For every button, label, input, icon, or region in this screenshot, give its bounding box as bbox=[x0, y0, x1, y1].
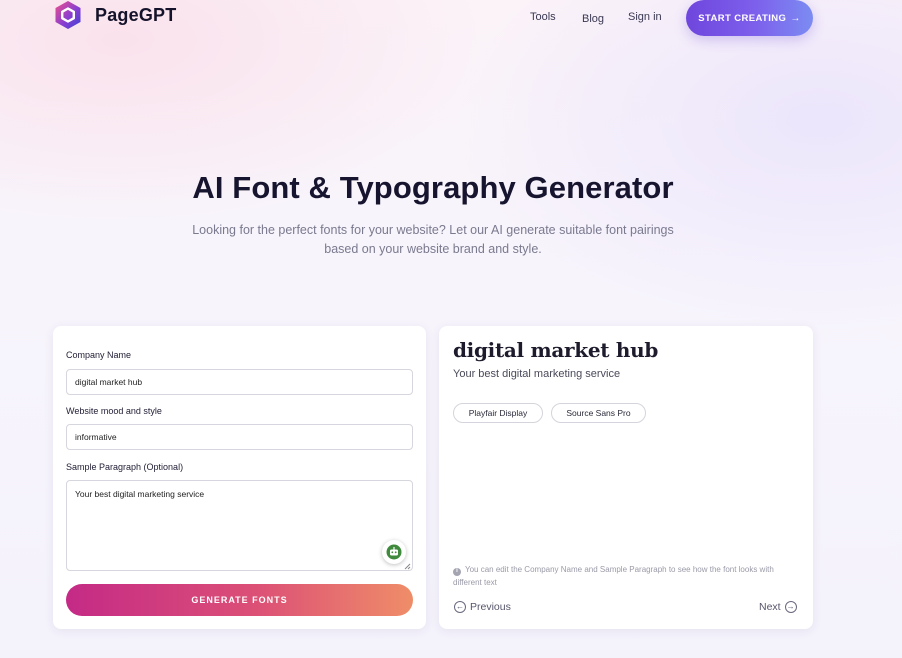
website-mood-label: Website mood and style bbox=[66, 406, 162, 416]
info-icon: i bbox=[453, 567, 461, 576]
arrow-right-icon: → bbox=[790, 12, 801, 24]
website-mood-input[interactable] bbox=[66, 424, 413, 450]
robot-icon bbox=[386, 544, 402, 560]
heading-font-chip[interactable]: Playfair Display bbox=[453, 403, 543, 423]
top-navigation: PageGPT Tools Blog Sign in START CREATIN… bbox=[0, 0, 902, 36]
arrow-right-circle-icon: → bbox=[784, 601, 797, 613]
preview-body-text: Your best digital marketing service bbox=[453, 368, 621, 380]
start-creating-button[interactable]: START CREATING → bbox=[686, 0, 813, 36]
nav-link-tools[interactable]: Tools bbox=[530, 11, 556, 23]
page-subtitle: Looking for the perfect fonts for your w… bbox=[192, 223, 674, 256]
arrow-left-circle-icon: ← bbox=[454, 601, 466, 613]
previous-label: Previous bbox=[470, 601, 511, 613]
font-generator-form: Company Name Website mood and style Samp… bbox=[53, 326, 426, 629]
body-font-chip[interactable]: Source Sans Pro bbox=[551, 403, 646, 423]
hexagon-logo-icon bbox=[55, 1, 81, 29]
start-creating-label: START CREATING bbox=[698, 12, 787, 24]
sample-paragraph-label: Sample Paragraph (Optional) bbox=[66, 462, 184, 472]
next-button[interactable]: Next → bbox=[759, 601, 797, 613]
nav-link-sign-in[interactable]: Sign in bbox=[628, 11, 662, 23]
edit-hint-text: You can edit the Company Name and Sample… bbox=[453, 565, 774, 587]
resize-grip-icon[interactable] bbox=[403, 562, 411, 570]
company-name-label: Company Name bbox=[66, 350, 132, 360]
brand-name: PageGPT bbox=[95, 4, 177, 25]
company-name-input[interactable] bbox=[66, 369, 413, 395]
brand-logo[interactable]: PageGPT bbox=[53, 0, 176, 30]
preview-heading: digital market hub bbox=[453, 338, 659, 362]
page-title: AI Font & Typography Generator bbox=[192, 170, 674, 205]
font-preview-panel: digital market hub Your best digital mar… bbox=[439, 326, 813, 629]
previous-button[interactable]: ← Previous bbox=[454, 601, 511, 613]
next-label: Next bbox=[759, 601, 781, 613]
edit-hint: i You can edit the Company Name and Sampl… bbox=[453, 563, 793, 589]
sample-paragraph-textarea[interactable]: Your best digital marketing service bbox=[66, 480, 413, 571]
nav-link-blog[interactable]: Blog bbox=[582, 13, 604, 25]
assistant-robot-icon[interactable] bbox=[382, 540, 406, 564]
generate-fonts-button[interactable]: GENERATE FONTS bbox=[66, 584, 413, 616]
